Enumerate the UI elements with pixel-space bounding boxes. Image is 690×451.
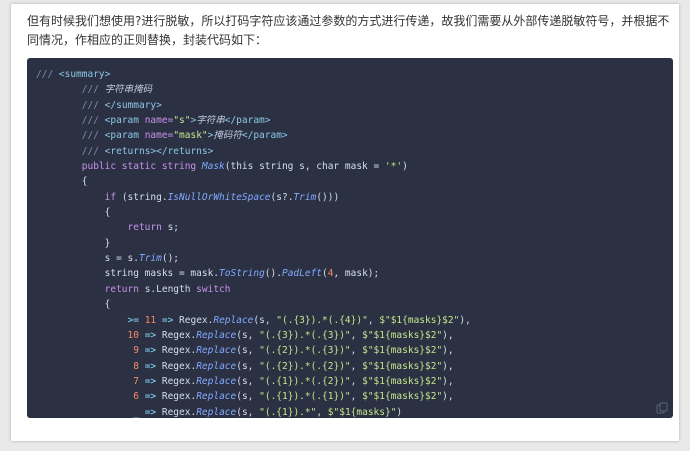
- switch-arm-default: _ => Regex.Replace(s, "(.{1}).*", $"$1{m…: [133, 406, 403, 418]
- copy-icon[interactable]: [656, 399, 668, 414]
- code-line-16: {: [36, 299, 111, 311]
- code-block: /// <summary> /// 字符串掩码 /// </summary> /…: [27, 58, 673, 418]
- switch-arm: 10 => Regex.Replace(s, "(.{3}).*(.{3})",…: [127, 329, 454, 341]
- code-line-4: /// <param name="s">字符串</param>: [81, 115, 271, 127]
- code-line-2: /// 字符串掩码: [81, 84, 153, 96]
- switch-arm: 9 => Regex.Replace(s, "(.{2}).*(.{3})", …: [133, 345, 454, 357]
- code-line-10: {: [36, 207, 111, 219]
- code-line-3: /// </summary>: [81, 99, 162, 111]
- intro-paragraph: 但有时候我们想使用?进行脱敏，所以打码字符应该通过参数的方式进行传递，故我们需要…: [27, 14, 670, 47]
- code-line-12: }: [36, 237, 111, 249]
- switch-arm: 6 => Regex.Replace(s, "(.{1}).*(.{1})", …: [133, 391, 454, 403]
- code-line-1: /// <summary>: [36, 69, 111, 80]
- switch-arm: 8 => Regex.Replace(s, "(.{2}).*(.{2})", …: [133, 360, 454, 372]
- code-line-5: /// <param name="mask">掩码符</param>: [81, 130, 288, 142]
- switch-arm: 7 => Regex.Replace(s, "(.{1}).*(.{2})", …: [133, 375, 454, 387]
- code-line-9: if (string.IsNullOrWhiteSpace(s?.Trim())…: [104, 191, 340, 203]
- switch-arm: >= 11 => Regex.Replace(s, "(.{3}).*(.{4}…: [127, 314, 471, 326]
- code-line-11: return s;: [127, 222, 180, 234]
- code-line-8: {: [36, 176, 88, 188]
- copy-icon-glyph: [656, 402, 668, 414]
- code-line-14: string masks = mask.ToString().PadLeft(4…: [104, 268, 380, 280]
- code-line-7: public static string Mask(this string s,…: [81, 161, 408, 173]
- article-card: 但有时候我们想使用?进行脱敏，所以打码字符应该通过参数的方式进行传递，故我们需要…: [11, 4, 679, 441]
- code-line-15: return s.Length switch: [104, 283, 231, 295]
- code-content: /// <summary> /// 字符串掩码 /// </summary> /…: [27, 58, 673, 418]
- code-line-13: s = s.Trim();: [104, 253, 180, 265]
- code-line-6: /// <returns></returns>: [81, 145, 214, 157]
